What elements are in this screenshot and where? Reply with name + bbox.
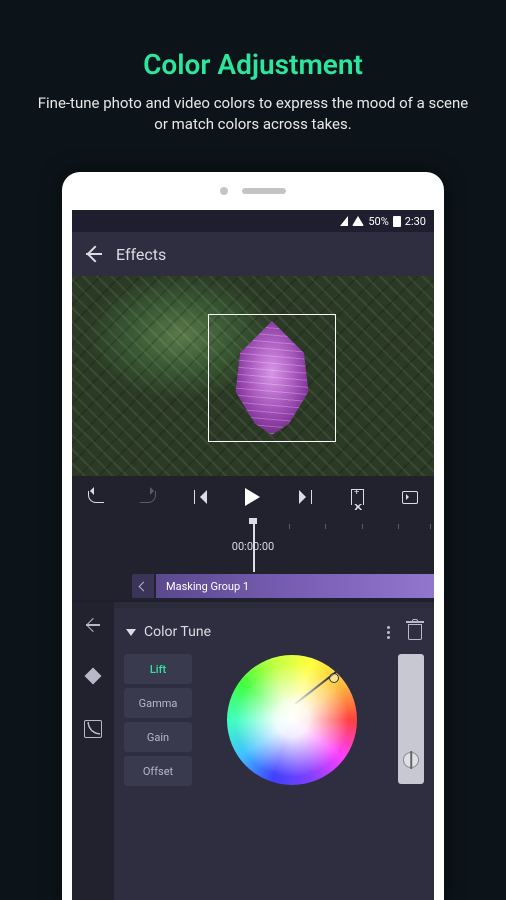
header-title: Effects xyxy=(116,245,166,264)
clock: 2:30 xyxy=(405,215,426,228)
app-screen: 50% 2:30 Effects xyxy=(72,210,434,900)
camera-dot xyxy=(220,187,228,195)
bookmark-button[interactable] xyxy=(348,487,368,507)
mask-selection-box[interactable] xyxy=(208,314,336,442)
status-bar: 50% 2:30 xyxy=(72,210,434,232)
timeline-ruler[interactable]: 00:00:00 xyxy=(72,518,434,572)
panel-back-button[interactable] xyxy=(84,618,102,632)
masked-leaf xyxy=(215,321,329,435)
color-wheel-container xyxy=(200,654,384,786)
panel-header: Color Tune xyxy=(124,618,424,646)
speaker-grille xyxy=(242,188,286,194)
keyframe-icon[interactable] xyxy=(85,668,102,685)
timecode: 00:00:00 xyxy=(232,540,274,553)
color-tune-tabs: Lift Gamma Gain Offset xyxy=(124,654,192,786)
play-button[interactable] xyxy=(243,487,263,507)
back-arrow-icon[interactable] xyxy=(84,245,102,263)
effects-panel-area: Color Tune Lift Gamma Gain Offset xyxy=(72,602,434,900)
luminance-slider[interactable] xyxy=(398,654,424,784)
more-options-button[interactable] xyxy=(387,626,390,639)
tab-gain[interactable]: Gain xyxy=(124,722,192,752)
panel-title: Color Tune xyxy=(144,624,379,640)
device-frame: 50% 2:30 Effects xyxy=(62,172,444,900)
undo-button[interactable] xyxy=(86,487,106,507)
tab-lift[interactable]: Lift xyxy=(124,654,192,684)
wifi-icon xyxy=(352,216,364,226)
curve-editor-icon[interactable] xyxy=(84,720,102,738)
fullscreen-button[interactable] xyxy=(400,487,420,507)
playback-toolbar xyxy=(72,476,434,518)
color-tune-panel: Color Tune Lift Gamma Gain Offset xyxy=(114,608,434,900)
wheel-indicator-line xyxy=(295,669,340,705)
signal-icon xyxy=(340,216,348,226)
promo-subtitle: Fine-tune photo and video colors to expr… xyxy=(0,81,506,135)
promo-title: Color Adjustment xyxy=(0,0,506,81)
video-preview[interactable] xyxy=(72,276,434,476)
color-wheel[interactable] xyxy=(227,655,357,785)
wheel-handle[interactable] xyxy=(329,673,339,683)
app-header: Effects xyxy=(72,232,434,276)
collapse-triangle-icon[interactable] xyxy=(126,629,136,636)
tab-offset[interactable]: Offset xyxy=(124,756,192,786)
panel-body: Lift Gamma Gain Offset xyxy=(124,654,424,786)
track-collapse-button[interactable] xyxy=(132,574,154,598)
battery-icon xyxy=(393,216,401,227)
device-top xyxy=(62,172,444,210)
skip-start-button[interactable] xyxy=(191,487,211,507)
tab-gamma[interactable]: Gamma xyxy=(124,688,192,718)
skip-end-button[interactable] xyxy=(295,487,315,507)
slider-thumb[interactable] xyxy=(403,752,419,768)
panel-side-rail xyxy=(72,602,114,900)
timeline-clip[interactable]: Masking Group 1 xyxy=(156,574,434,598)
delete-button[interactable] xyxy=(408,624,422,640)
timeline-track[interactable]: Masking Group 1 xyxy=(72,572,434,600)
battery-percent: 50% xyxy=(368,215,388,228)
redo-button[interactable] xyxy=(138,487,158,507)
